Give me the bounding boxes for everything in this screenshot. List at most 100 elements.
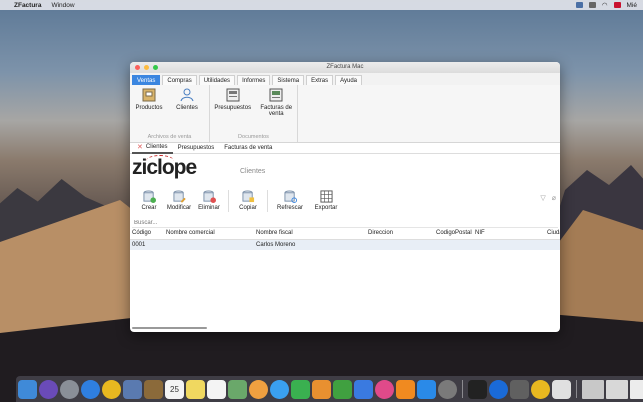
close-tab-icon[interactable]: ✕ (137, 143, 143, 151)
column-header-codigo-postal[interactable]: CodigoPostal (434, 228, 473, 240)
close-button[interactable] (135, 65, 140, 70)
minimized-window-icon[interactable] (630, 379, 643, 399)
modificar-button[interactable]: Modificar (164, 190, 194, 211)
group-label: Archivos de venta (147, 134, 192, 140)
zfactura-icon[interactable] (552, 379, 571, 399)
cell-nombre-comercial (164, 239, 254, 250)
appstore-icon[interactable] (417, 379, 436, 399)
numbers-icon[interactable] (333, 379, 352, 399)
app-menu[interactable]: ZFactura (14, 2, 41, 9)
stickies-icon[interactable] (186, 379, 205, 399)
automator-icon[interactable] (510, 379, 529, 399)
doc-tab-label: Presupuestos (177, 145, 215, 151)
search-input[interactable] (134, 220, 334, 226)
tab-ayuda[interactable]: Ayuda (335, 75, 363, 85)
eliminar-label: Eliminar (198, 205, 220, 211)
dock-separator (462, 380, 463, 398)
clock-text[interactable]: Mié (627, 2, 637, 9)
preview-icon[interactable] (123, 379, 142, 399)
productos-label: Productos (135, 105, 163, 111)
pages-icon[interactable] (312, 379, 331, 399)
books-icon[interactable] (396, 379, 415, 399)
table-header: Código Nombre comercial Nombre fiscal Di… (130, 228, 560, 240)
flag-icon[interactable] (613, 2, 621, 8)
exportar-label: Exportar (314, 205, 338, 211)
photos-icon[interactable] (249, 379, 268, 399)
wifi-icon[interactable]: ◠ (602, 1, 608, 9)
tab-utilidades[interactable]: Utilidades (198, 75, 236, 85)
column-header-nif[interactable]: NIF (473, 228, 545, 240)
safari-icon[interactable] (81, 379, 100, 399)
doc-tab-clientes[interactable]: ✕ Clientes (132, 143, 173, 154)
refrescar-button[interactable]: Refrescar (272, 190, 308, 211)
toolbar-separator (228, 190, 229, 212)
zoom-button[interactable] (153, 65, 158, 70)
facturas-venta-label: Facturas de venta (260, 105, 293, 117)
filter-icon[interactable]: ▽ (540, 194, 545, 202)
quotes-icon (226, 88, 240, 102)
presupuestos-button[interactable]: Presupuestos (212, 88, 253, 117)
clientes-button[interactable]: Clientes (170, 88, 204, 111)
document-tabs: ✕ Clientes Presupuestos Facturas de vent… (130, 143, 560, 154)
status-area: ◠ Mié (575, 1, 637, 9)
launchpad-icon[interactable] (60, 379, 79, 399)
tab-sistema[interactable]: Sistema (272, 75, 305, 85)
tab-compras[interactable]: Compras (162, 75, 197, 85)
column-header-ciudad[interactable]: Ciudad (545, 228, 560, 240)
doc-tab-presupuestos[interactable]: Presupuestos (173, 143, 220, 154)
exportar-button[interactable]: Exportar (308, 190, 344, 211)
cell-nombre-fiscal: Carlos Moreno (254, 239, 366, 250)
doc-tab-facturas[interactable]: Facturas de venta (219, 143, 277, 154)
tab-ventas[interactable]: Ventas (132, 75, 161, 85)
tab-informes[interactable]: Informes (237, 75, 271, 85)
messages-icon[interactable] (270, 379, 289, 399)
itunes-icon[interactable] (375, 379, 394, 399)
export-icon (319, 190, 333, 203)
column-header-codigo[interactable]: Código (130, 228, 164, 240)
battery-icon[interactable] (588, 2, 596, 8)
cell-nif (473, 239, 545, 250)
chrome-icon[interactable] (102, 379, 121, 399)
minimized-window-icon[interactable] (582, 379, 604, 399)
chrome2-icon[interactable] (531, 379, 550, 399)
clients-table: Código Nombre comercial Nombre fiscal Di… (130, 228, 560, 250)
terminal-icon[interactable] (468, 379, 487, 399)
group-label: Documentos (238, 134, 269, 140)
search-bar (132, 218, 558, 228)
minimized-window-icon[interactable] (606, 379, 628, 399)
finder-icon[interactable] (18, 379, 37, 399)
facturas-venta-button[interactable]: Facturas de venta (257, 88, 295, 117)
calendar-icon[interactable]: 25 (165, 379, 184, 399)
teamviewer-icon[interactable] (489, 379, 508, 399)
cell-codigo: 0001 (130, 239, 164, 250)
paperclip-icon[interactable]: ⌀ (552, 194, 556, 202)
crear-button[interactable]: Crear (134, 190, 164, 211)
facetime-icon[interactable] (291, 379, 310, 399)
app-status-icon[interactable] (575, 2, 583, 8)
column-header-nombre-fiscal[interactable]: Nombre fiscal (254, 228, 366, 240)
table-row[interactable]: 0001 Carlos Moreno (130, 239, 560, 250)
window-menu[interactable]: Window (51, 2, 74, 9)
title-bar[interactable]: ZFactura Mac (130, 62, 560, 73)
ribbon: Productos Clientes Archivos de venta Pre… (130, 85, 560, 143)
keynote-icon[interactable] (354, 379, 373, 399)
preferences-icon[interactable] (438, 379, 457, 399)
content-header: ziclope Clientes (130, 154, 560, 190)
crear-label: Crear (141, 205, 157, 211)
notes-icon[interactable] (144, 379, 163, 399)
horizontal-scrollbar[interactable] (132, 327, 207, 329)
dock: 25 (16, 376, 643, 402)
tab-extras[interactable]: Extras (306, 75, 334, 85)
eliminar-button[interactable]: Eliminar (194, 190, 224, 211)
minimize-button[interactable] (144, 65, 149, 70)
copiar-button[interactable]: Copiar (233, 190, 263, 211)
dock-separator (576, 380, 577, 398)
column-header-nombre-comercial[interactable]: Nombre comercial (164, 228, 254, 240)
modificar-label: Modificar (166, 205, 192, 211)
reminders-icon[interactable] (207, 379, 226, 399)
window-title: ZFactura Mac (326, 64, 364, 70)
column-header-direccion[interactable]: Direccion (366, 228, 434, 240)
siri-icon[interactable] (39, 379, 58, 399)
productos-button[interactable]: Productos (132, 88, 166, 111)
maps-icon[interactable] (228, 379, 247, 399)
